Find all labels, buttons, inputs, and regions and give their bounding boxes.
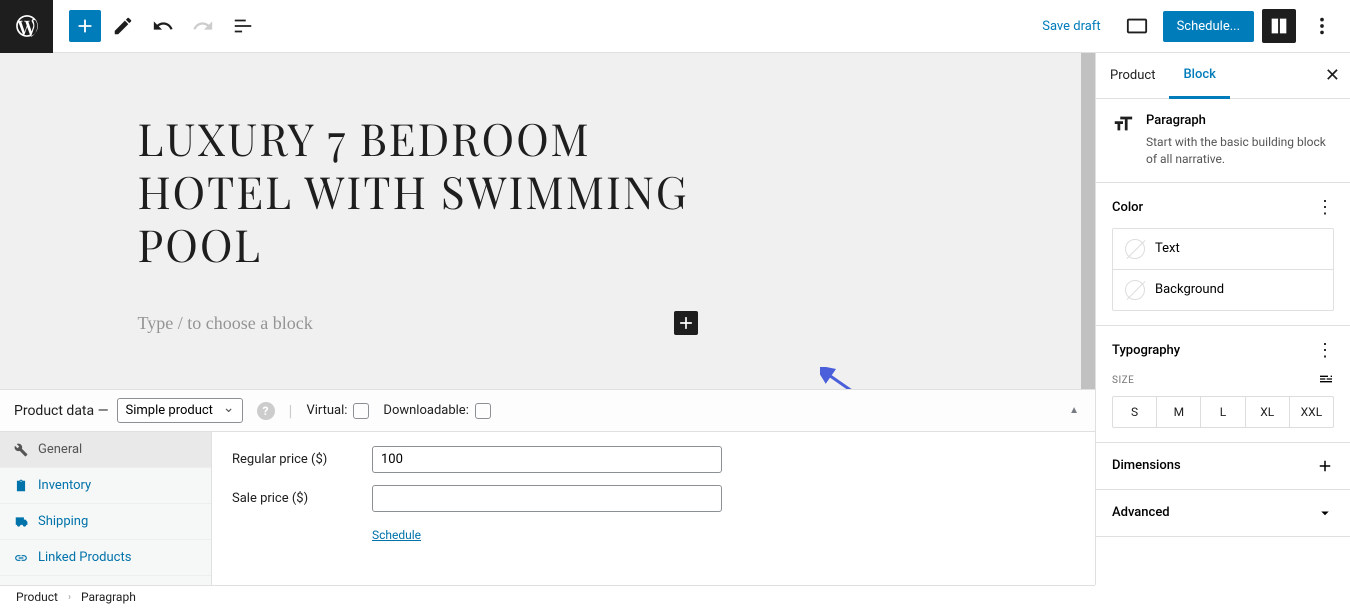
product-data-metabox: Product data — Simple product ? | Virtua… [0,389,1095,585]
typography-panel-title: Typography [1112,343,1180,358]
product-data-label: Product data — [14,403,109,419]
link-icon [14,551,28,565]
schedule-sale-link[interactable]: Schedule [372,528,421,542]
breadcrumb-current[interactable]: Paragraph [81,590,136,604]
font-size-buttons: S M L XL XXL [1112,396,1334,428]
block-breadcrumb: Product › Paragraph [0,585,1095,608]
chevron-down-icon [1316,504,1334,522]
virtual-label: Virtual: [306,403,347,418]
virtual-checkbox[interactable] [353,403,369,419]
block-type-description: Start with the basic building block of a… [1146,134,1334,168]
size-btn-xl[interactable]: XL [1245,397,1289,427]
add-block-button[interactable] [69,10,101,42]
document-overview-button[interactable] [225,8,261,44]
breadcrumb-root[interactable]: Product [16,590,58,604]
preview-button[interactable] [1119,8,1155,44]
pd-tab-shipping[interactable]: Shipping [0,504,211,540]
dimensions-panel[interactable]: Dimensions [1096,443,1350,490]
size-btn-l[interactable]: L [1200,397,1244,427]
color-panel-title: Color [1112,200,1143,215]
inline-add-button[interactable] [674,311,698,335]
block-type-title: Paragraph [1146,113,1334,128]
typography-panel-menu-icon[interactable]: ⋮ [1316,340,1334,361]
background-color-swatch [1125,280,1145,300]
wrench-icon [14,443,28,457]
pd-tab-inventory[interactable]: Inventory [0,468,211,504]
size-btn-s[interactable]: S [1113,397,1156,427]
settings-sidebar: Product Block ✕ Paragraph Start with the… [1095,53,1350,585]
size-btn-m[interactable]: M [1156,397,1200,427]
product-data-tabs: General Inventory Shipping Linked Produc… [0,432,212,585]
pd-tab-general[interactable]: General [0,432,211,468]
advanced-panel[interactable]: Advanced [1096,490,1350,537]
sidebar-tab-block[interactable]: Block [1169,53,1229,99]
editor-canvas: LUXURY 7 BEDROOM HOTEL WITH SWIMMING POO… [0,53,1095,585]
paragraph-icon [1112,113,1134,168]
virtual-checkbox-group[interactable]: Virtual: [306,403,369,419]
regular-price-input[interactable] [372,446,722,473]
pd-tab-linked[interactable]: Linked Products [0,540,211,576]
regular-price-label: Regular price ($) [232,452,372,467]
chevron-right-icon: › [68,592,71,603]
sidebar-tab-product[interactable]: Product [1096,53,1169,99]
size-btn-xxl[interactable]: XXL [1289,397,1333,427]
text-color-option[interactable]: Text [1113,229,1333,269]
downloadable-checkbox-group[interactable]: Downloadable: [383,403,490,419]
schedule-button[interactable]: Schedule... [1163,11,1254,42]
product-type-select[interactable]: Simple product [117,398,243,423]
close-icon[interactable]: ✕ [1325,65,1340,86]
redo-button[interactable] [185,8,221,44]
plus-icon [1316,457,1334,475]
size-settings-icon[interactable] [1318,371,1334,390]
tools-button[interactable] [105,8,141,44]
downloadable-checkbox[interactable] [475,403,491,419]
truck-icon [14,515,28,529]
size-label: SIZE [1112,375,1134,386]
sale-price-label: Sale price ($) [232,491,372,506]
post-title[interactable]: LUXURY 7 BEDROOM HOTEL WITH SWIMMING POO… [138,113,698,271]
downloadable-label: Downloadable: [383,403,468,418]
help-icon[interactable]: ? [257,402,275,420]
wordpress-logo[interactable] [0,0,53,53]
pd-tab-attributes[interactable]: Attributes [0,576,211,585]
save-draft-link[interactable]: Save draft [1032,19,1110,34]
clipboard-icon [14,479,28,493]
block-placeholder[interactable]: Type / to choose a block [138,313,313,334]
background-color-option[interactable]: Background [1113,269,1333,310]
undo-button[interactable] [145,8,181,44]
sale-price-input[interactable] [372,485,722,512]
top-toolbar: Save draft Schedule... [0,0,1350,53]
color-panel-menu-icon[interactable]: ⋮ [1316,197,1334,218]
settings-toggle-button[interactable] [1262,9,1296,43]
metabox-collapse-toggle[interactable]: ▲ [1069,405,1079,416]
options-button[interactable] [1304,8,1340,44]
text-color-swatch [1125,239,1145,259]
